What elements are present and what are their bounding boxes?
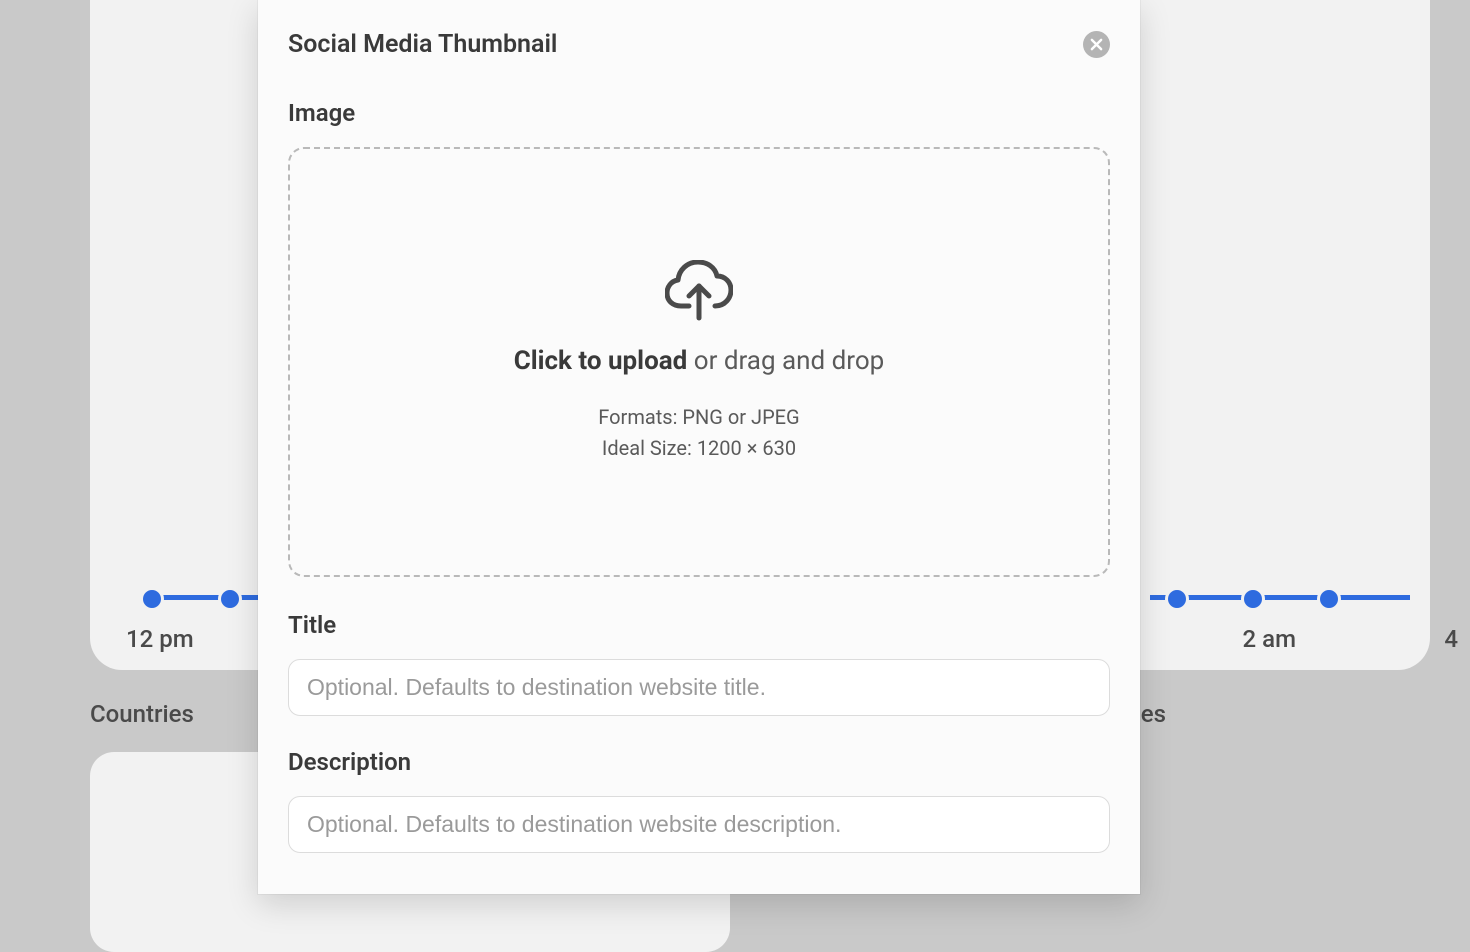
image-section-label: Image xyxy=(288,99,1110,127)
upload-size-line: Ideal Size: 1200 × 630 xyxy=(598,433,799,464)
upload-click-text: Click to upload xyxy=(514,346,688,376)
cloud-upload-icon xyxy=(665,260,733,322)
title-section-label: Title xyxy=(288,611,1110,639)
modal-header: Social Media Thumbnail xyxy=(288,30,1110,59)
axis-label-4: 4 xyxy=(1444,625,1458,653)
right-heading-fragment: es xyxy=(1141,700,1166,728)
axis-label-12pm: 12 pm xyxy=(126,625,194,653)
close-button[interactable] xyxy=(1083,31,1110,58)
social-thumbnail-modal: Social Media Thumbnail Image Click to up… xyxy=(258,0,1140,894)
modal-title: Social Media Thumbnail xyxy=(288,30,557,59)
upload-formats-line: Formats: PNG or JPEG xyxy=(598,402,799,433)
image-upload-dropzone[interactable]: Click to upload or drag and drop Formats… xyxy=(288,147,1110,577)
description-input[interactable] xyxy=(288,796,1110,853)
description-section-label: Description xyxy=(288,748,1110,776)
close-icon xyxy=(1090,38,1103,51)
upload-drag-text: or drag and drop xyxy=(687,346,884,376)
axis-label-2am: 2 am xyxy=(1243,625,1296,653)
title-input[interactable] xyxy=(288,659,1110,716)
upload-primary-text: Click to upload or drag and drop xyxy=(514,346,885,376)
countries-heading: Countries xyxy=(90,700,194,728)
upload-hint: Formats: PNG or JPEG Ideal Size: 1200 × … xyxy=(598,402,799,464)
